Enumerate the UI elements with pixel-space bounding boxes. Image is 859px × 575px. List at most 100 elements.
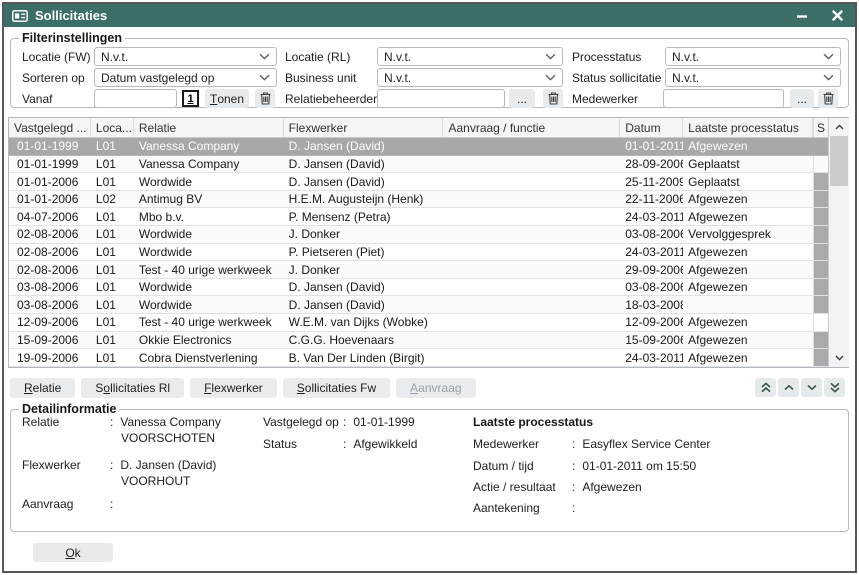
vanaf-clear-button[interactable] bbox=[255, 89, 275, 108]
status-indicator-cell bbox=[813, 244, 828, 261]
vanaf-label: Vanaf bbox=[22, 92, 52, 106]
close-icon bbox=[832, 10, 843, 21]
cell-flexwerker: D. Jansen (David) bbox=[284, 173, 444, 190]
table-row[interactable]: 19-09-2006 L01 Cobra Dienstverlening B. … bbox=[9, 349, 828, 367]
chevron-down-icon bbox=[807, 384, 817, 391]
cell-aanvraag-functie bbox=[443, 261, 620, 278]
header-cell-aanvraag-functie[interactable]: Aanvraag / functie bbox=[443, 118, 620, 137]
table-row[interactable]: 02-08-2006 L01 Test - 40 urige werkweek … bbox=[9, 261, 828, 279]
medewerker-clear-button[interactable] bbox=[818, 89, 838, 108]
cell-flexwerker: D. Jansen (David) bbox=[284, 156, 444, 173]
table-row[interactable]: 03-08-2006 L01 Wordwide D. Jansen (David… bbox=[9, 296, 828, 314]
trash-icon bbox=[823, 92, 834, 105]
cell-aanvraag-functie bbox=[443, 349, 620, 366]
table-row[interactable]: 04-07-2006 L01 Mbo b.v. P. Mensenz (Petr… bbox=[9, 208, 828, 226]
record-navigation bbox=[755, 378, 845, 397]
scroll-down-button[interactable] bbox=[829, 349, 849, 367]
table-scrollbar[interactable] bbox=[828, 118, 849, 367]
relatiebeheerder-clear-button[interactable] bbox=[543, 89, 563, 108]
detail-medewerker-label: Medewerker bbox=[473, 437, 572, 451]
header-cell-s[interactable]: S bbox=[813, 118, 828, 137]
processtatus-label: Processtatus bbox=[572, 50, 641, 64]
status-sollicitatie-select[interactable]: N.v.t. bbox=[665, 68, 841, 87]
ellipsis-icon: ... bbox=[517, 92, 527, 106]
table-row[interactable]: 01-01-1999 L01 Vanessa Company D. Jansen… bbox=[9, 156, 828, 174]
header-cell-flexwerker[interactable]: Flexwerker bbox=[284, 118, 444, 137]
table-row[interactable]: 01-01-1999 L01 Vanessa Company D. Jansen… bbox=[9, 138, 828, 156]
relatiebeheerder-input[interactable] bbox=[377, 89, 505, 108]
table-row[interactable]: 01-01-2006 L02 Antimug BV H.E.M. Auguste… bbox=[9, 191, 828, 209]
medewerker-lookup-button[interactable]: ... bbox=[790, 89, 814, 108]
cell-aanvraag-functie bbox=[443, 138, 620, 155]
cell-flexwerker: J. Donker bbox=[284, 226, 444, 243]
scroll-track[interactable] bbox=[829, 186, 849, 349]
detail-vastgelegd-label: Vastgelegd op bbox=[263, 415, 343, 429]
cell-relatie: Wordwide bbox=[134, 226, 284, 243]
table-row[interactable]: 02-08-2006 L01 Wordwide P. Pietseren (Pi… bbox=[9, 244, 828, 262]
cell-datum: 28-09-2006 bbox=[620, 156, 683, 173]
tab-sollicitaties-fw[interactable]: Sollicitaties Fw bbox=[283, 378, 390, 398]
tab-flexwerker[interactable]: Flexwerker bbox=[190, 378, 277, 398]
calendar-button[interactable]: 1 bbox=[182, 90, 199, 107]
medewerker-input[interactable] bbox=[663, 89, 784, 108]
processtatus-select[interactable]: N.v.t. bbox=[665, 47, 841, 66]
relatiebeheerder-lookup-button[interactable]: ... bbox=[509, 89, 535, 108]
chevron-down-icon bbox=[835, 355, 844, 361]
table-row[interactable]: 02-08-2006 L01 Wordwide J. Donker 03-08-… bbox=[9, 226, 828, 244]
header-cell-laatste-processtatus[interactable]: Laatste processtatus bbox=[683, 118, 813, 137]
table-row[interactable]: 03-08-2006 L01 Wordwide D. Jansen (David… bbox=[9, 279, 828, 297]
vanaf-input[interactable] bbox=[94, 89, 177, 108]
cell-laatste-processtatus bbox=[683, 296, 813, 313]
header-cell-relatie[interactable]: Relatie bbox=[134, 118, 284, 137]
header-cell-locatie[interactable]: Loca... bbox=[91, 118, 134, 137]
cell-locatie: L01 bbox=[91, 156, 134, 173]
cell-laatste-processtatus: Afgewezen bbox=[683, 279, 813, 296]
cell-locatie: L01 bbox=[91, 332, 134, 349]
chevron-up-icon bbox=[784, 384, 794, 391]
scroll-up-button[interactable] bbox=[829, 118, 849, 136]
status-indicator-cell bbox=[813, 332, 828, 349]
detail-relatie-value: Vanessa Company bbox=[120, 415, 221, 429]
cell-relatie: Wordwide bbox=[134, 244, 284, 261]
tab-relatie[interactable]: Relatie bbox=[10, 378, 75, 398]
header-cell-datum[interactable]: Datum bbox=[620, 118, 683, 137]
cell-locatie: L01 bbox=[91, 279, 134, 296]
detail-actie-resultaat-label: Actie / resultaat bbox=[473, 480, 572, 494]
nav-prev-button[interactable] bbox=[778, 378, 799, 397]
tab-sollicitaties-rl[interactable]: Sollicitaties Rl bbox=[81, 378, 184, 398]
cell-vastgelegd-op: 03-08-2006 bbox=[9, 296, 91, 313]
cell-aanvraag-functie bbox=[443, 226, 620, 243]
detail-medewerker-row: Medewerker:Easyflex Service Center bbox=[473, 437, 710, 451]
header-cell-vastgelegd[interactable]: Vastgelegd ... bbox=[9, 118, 91, 137]
table-row[interactable]: 01-01-2006 L01 Wordwide D. Jansen (David… bbox=[9, 173, 828, 191]
detail-flexwerker-label: Flexwerker bbox=[22, 458, 110, 472]
sorteren-op-select[interactable]: Datum vastgelegd op bbox=[94, 68, 277, 87]
nav-first-button[interactable] bbox=[755, 378, 776, 397]
table-row[interactable]: 15-09-2006 L01 Okkie Electronics C.G.G. … bbox=[9, 332, 828, 350]
status-indicator-cell bbox=[813, 261, 828, 278]
scroll-thumb[interactable] bbox=[830, 136, 848, 186]
cell-datum: 24-03-2011 bbox=[620, 349, 683, 366]
close-button[interactable] bbox=[828, 6, 847, 25]
detail-medewerker-value: Easyflex Service Center bbox=[582, 437, 710, 451]
table-body: 01-01-1999 L01 Vanessa Company D. Jansen… bbox=[9, 138, 828, 367]
nav-last-button[interactable] bbox=[824, 378, 845, 397]
locatie-fw-select[interactable]: N.v.t. bbox=[94, 47, 277, 66]
table-header: Vastgelegd ... Loca... Relatie Flexwerke… bbox=[9, 118, 828, 138]
cell-laatste-processtatus: Afgewezen bbox=[683, 244, 813, 261]
detail-status-row: Status:Afgewikkeld bbox=[263, 437, 417, 451]
cell-aanvraag-functie bbox=[443, 332, 620, 349]
cell-laatste-processtatus: Afgewezen bbox=[683, 332, 813, 349]
cell-aanvraag-functie bbox=[443, 296, 620, 313]
tonen-button[interactable]: Tonen bbox=[205, 89, 249, 108]
business-unit-select[interactable]: N.v.t. bbox=[377, 68, 563, 87]
minimize-button[interactable] bbox=[792, 6, 811, 25]
locatie-rl-select[interactable]: N.v.t. bbox=[377, 47, 563, 66]
detail-relatie-city: VOORSCHOTEN bbox=[121, 431, 215, 445]
nav-next-button[interactable] bbox=[801, 378, 822, 397]
chevron-down-icon bbox=[545, 74, 556, 81]
sorteren-op-label: Sorteren op bbox=[22, 71, 85, 85]
table-row[interactable]: 12-09-2006 L01 Test - 40 urige werkweek … bbox=[9, 314, 828, 332]
trash-icon bbox=[260, 92, 271, 105]
ok-button[interactable]: Ok bbox=[33, 543, 113, 562]
